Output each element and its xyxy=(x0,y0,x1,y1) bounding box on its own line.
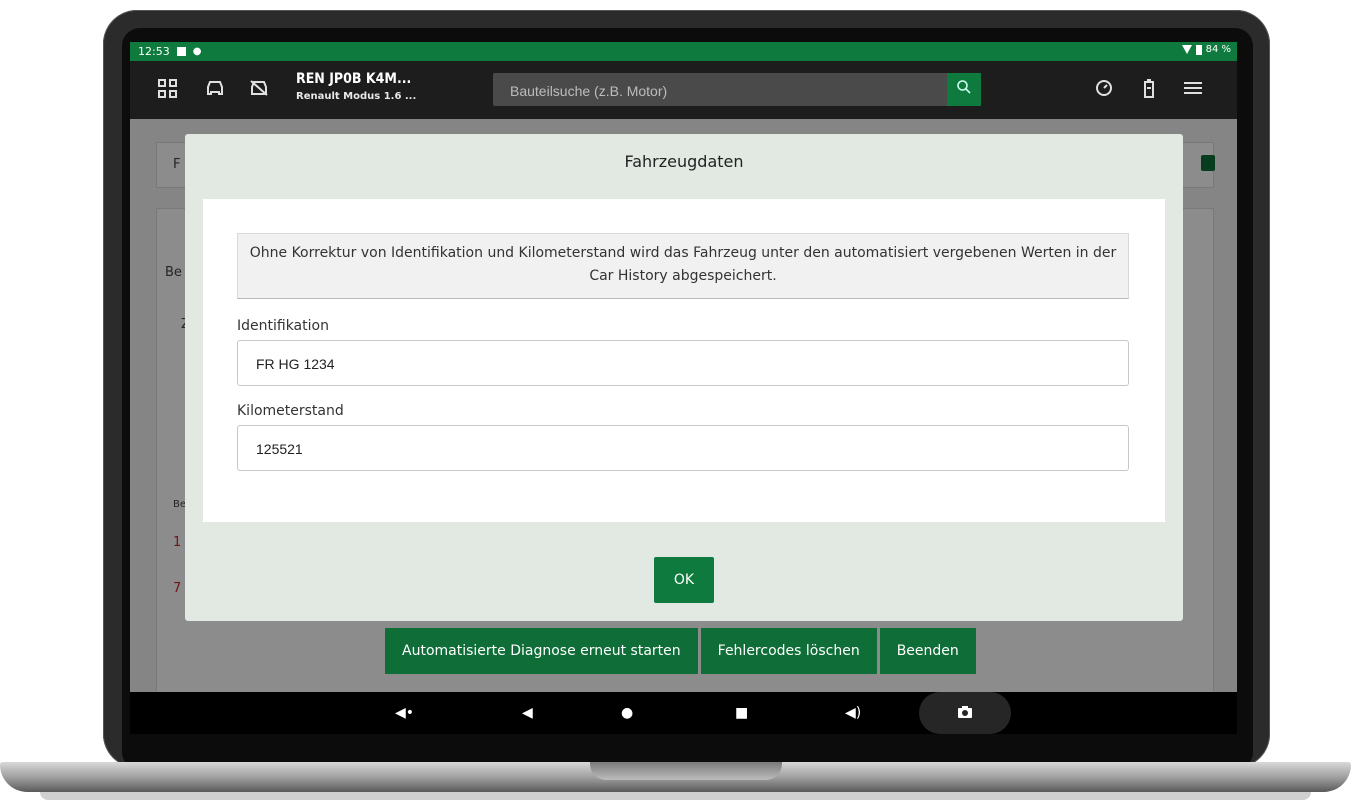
laptop-foot xyxy=(40,792,1311,800)
restart-diagnosis-button[interactable]: Automatisierte Diagnose erneut starten xyxy=(385,628,698,674)
identification-label: Identifikation xyxy=(237,318,329,334)
battery-level: 84 % xyxy=(1205,44,1231,55)
action-buttons: Automatisierte Diagnose erneut starten F… xyxy=(385,628,976,674)
menu-icon[interactable] xyxy=(1182,79,1204,101)
mileage-input[interactable] xyxy=(238,426,1118,472)
dialog-title: Fahrzeugdaten xyxy=(624,152,744,171)
search-bar xyxy=(493,73,981,108)
back-icon[interactable]: ◀ xyxy=(522,705,533,721)
car-off-icon[interactable] xyxy=(248,79,270,101)
status-time: 12:53 xyxy=(138,45,170,58)
info-notice: Ohne Korrektur von Identifikation und Ki… xyxy=(237,233,1129,299)
mileage-field xyxy=(237,425,1129,472)
wifi-icon xyxy=(1181,45,1192,54)
dialog-body: Ohne Korrektur von Identifikation und Ki… xyxy=(203,199,1165,522)
app-header: REN JP0B K4M... Renault Modus 1.6 ... xyxy=(130,61,1237,119)
search-button[interactable] xyxy=(947,73,981,106)
system-nav-bar: ◀• ◀ ● ■ ◀) xyxy=(130,692,1237,734)
vehicle-subtitle[interactable]: Renault Modus 1.6 ... xyxy=(296,91,416,102)
clear-fault-codes-button[interactable]: Fehlercodes löschen xyxy=(700,628,877,674)
volume-up-icon[interactable]: ◀) xyxy=(845,705,861,721)
dashboard-grid-icon[interactable] xyxy=(158,79,177,98)
mileage-label: Kilometerstand xyxy=(237,403,344,419)
volume-down-icon[interactable]: ◀• xyxy=(395,705,414,721)
vehicle-data-dialog: Fahrzeugdaten Ohne Korrektur von Identif… xyxy=(185,134,1183,621)
home-icon[interactable]: ● xyxy=(621,705,633,721)
identification-input[interactable] xyxy=(238,341,1118,387)
battery-icon xyxy=(1195,44,1202,55)
laptop-notch xyxy=(590,762,782,780)
image-icon xyxy=(176,47,186,56)
tablet-screen: 12:53 ● 84 % REN JP0B K4M... Renault Mod… xyxy=(130,42,1237,734)
finish-button[interactable]: Beenden xyxy=(879,628,976,674)
vehicle-title[interactable]: REN JP0B K4M... xyxy=(296,71,411,87)
android-icon: ● xyxy=(192,46,202,57)
recents-icon[interactable]: ■ xyxy=(735,705,748,721)
search-input[interactable] xyxy=(493,73,952,108)
gauge-icon[interactable] xyxy=(1093,79,1115,101)
search-icon xyxy=(957,80,971,94)
identification-field xyxy=(237,340,1129,387)
car-icon[interactable] xyxy=(204,79,226,101)
screenshot-button[interactable] xyxy=(919,692,1011,734)
status-bar: 12:53 ● 84 % xyxy=(130,42,1237,61)
camera-icon xyxy=(958,706,972,718)
battery-icon[interactable] xyxy=(1138,79,1160,101)
ok-button[interactable]: OK xyxy=(654,557,714,603)
